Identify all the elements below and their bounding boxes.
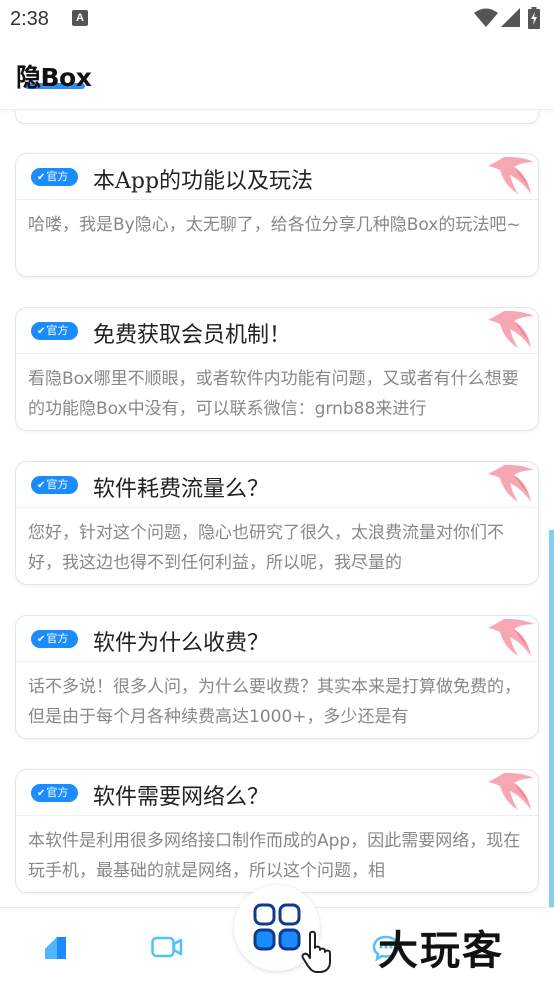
card-excerpt: 看隐Box哪里不顺眼，或者软件内功能有问题，又或者有什么想要的功能隐Box中没有… <box>28 369 519 419</box>
article-card[interactable]: ✔官方 软件需要网络么？ 本软件是利用很多网络接口制作而成的App，因此需要网络，现… <box>15 769 539 893</box>
card-excerpt: 您好，针对这个问题，隐心也研究了很久，太浪费流量对你们不好，我这边也得不到任何利… <box>28 523 504 573</box>
official-badge: ✔官方 <box>31 630 78 648</box>
official-badge: ✔官方 <box>31 476 78 494</box>
article-list[interactable]: ✔官方 本App的功能以及玩法 哈喽，我是By隐心，太无聊了，给各位分享几种隐Box… <box>0 111 554 907</box>
previous-card-edge[interactable] <box>15 111 539 124</box>
check-icon: ✔ <box>37 172 46 183</box>
badge-label: 官方 <box>46 324 69 337</box>
ribbon-deco-icon <box>488 156 534 194</box>
app-header: 隐Box <box>0 38 554 110</box>
card-excerpt: 本软件是利用很多网络接口制作而成的App，因此需要网络，现在玩手机，最基础的就是… <box>28 831 521 881</box>
article-card[interactable]: ✔官方 本App的功能以及玩法 哈喽，我是By隐心，太无聊了，给各位分享几种隐Box… <box>15 153 539 277</box>
official-badge: ✔官方 <box>31 322 78 340</box>
card-title: 软件为什么收费？ <box>93 631 270 656</box>
signal-icon <box>501 8 520 27</box>
battery-charging-icon <box>528 7 540 29</box>
article-card[interactable]: ✔官方 免费获取会员机制！ 看隐Box哪里不顺眼，或者软件内功能有问题，又或者有什么… <box>15 307 539 431</box>
ribbon-deco-icon <box>488 772 534 810</box>
card-header: ✔官方 软件耗费流量么？ <box>16 462 538 508</box>
card-title: 软件需要网络么？ <box>93 785 270 810</box>
page-title: 隐Box <box>16 63 92 92</box>
ribbon-deco-icon <box>488 464 534 502</box>
card-header: ✔官方 软件为什么收费？ <box>16 616 538 662</box>
video-icon[interactable] <box>151 935 183 959</box>
badge-label: 官方 <box>46 478 69 491</box>
card-title: 免费获取会员机制！ <box>93 323 292 348</box>
apps-grid-icon <box>253 903 301 951</box>
card-header: ✔官方 本App的功能以及玩法 <box>16 154 538 200</box>
ribbon-deco-icon <box>488 618 534 656</box>
official-badge: ✔官方 <box>31 168 78 186</box>
article-card[interactable]: ✔官方 软件为什么收费？ 话不多说！很多人问，为什么要收费？其实本来是打算做免费的，… <box>15 615 539 739</box>
status-time: 2:38 <box>10 8 49 30</box>
card-header: ✔官方 软件需要网络么？ <box>16 770 538 816</box>
wifi-icon <box>474 8 498 27</box>
check-icon: ✔ <box>37 326 46 337</box>
scroll-indicator[interactable] <box>549 530 554 907</box>
ribbon-deco-icon <box>488 310 534 348</box>
check-icon: ✔ <box>37 480 46 491</box>
home-icon[interactable] <box>42 935 68 961</box>
official-badge: ✔官方 <box>31 784 78 802</box>
card-excerpt: 哈喽，我是By隐心，太无聊了，给各位分享几种隐Box的玩法吧~ <box>28 215 521 235</box>
check-icon: ✔ <box>37 634 46 645</box>
card-excerpt: 话不多说！很多人问，为什么要收费？其实本来是打算做免费的，但是由于每个月各种续费… <box>28 677 521 727</box>
badge-label: 官方 <box>46 632 69 645</box>
article-card[interactable]: ✔官方 软件耗费流量么？ 您好，针对这个问题，隐心也研究了很久，太浪费流量对你们不好… <box>15 461 539 585</box>
status-bar: 2:38 A <box>0 0 554 38</box>
pointer-hand-icon <box>301 930 331 973</box>
badge-label: 官方 <box>46 786 69 799</box>
watermark: 大玩客 <box>378 928 504 974</box>
card-header: ✔官方 免费获取会员机制！ <box>16 308 538 354</box>
card-title: 软件耗费流量么？ <box>93 477 270 502</box>
check-icon: ✔ <box>37 788 46 799</box>
badge-label: 官方 <box>46 170 69 183</box>
card-title: 本App的功能以及玩法 <box>93 169 314 194</box>
a-notification-icon: A <box>72 10 88 26</box>
